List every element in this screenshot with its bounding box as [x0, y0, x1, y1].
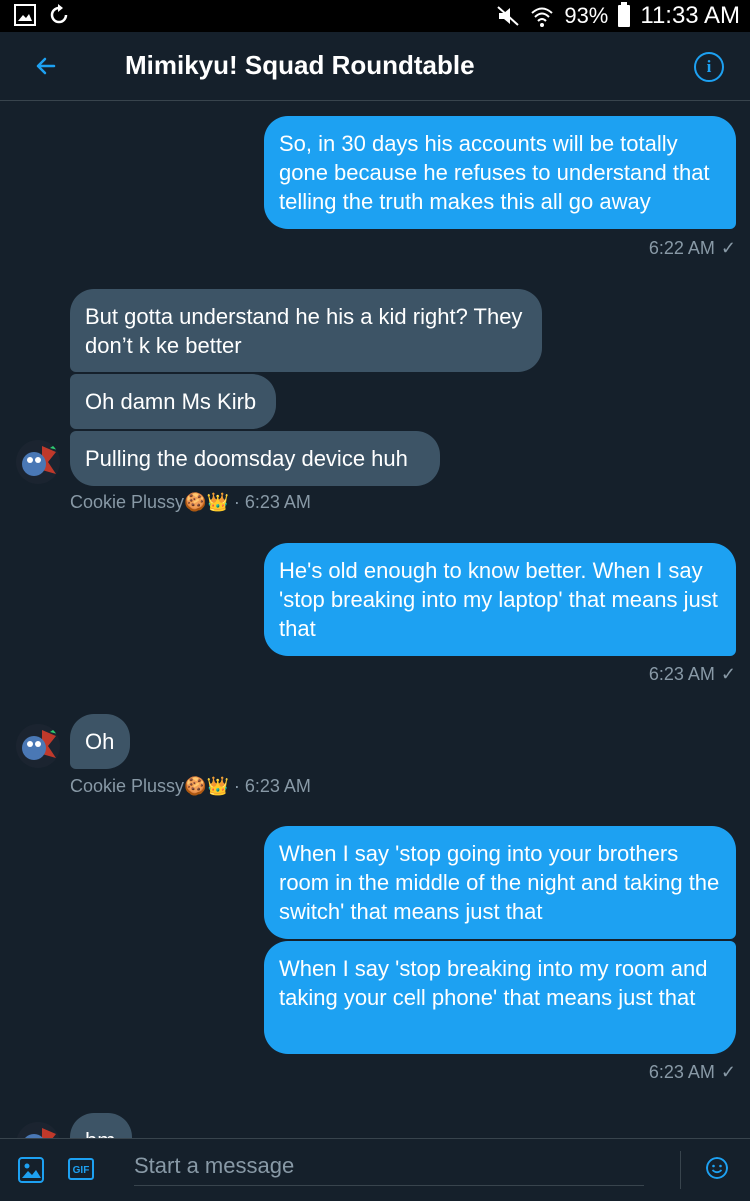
avatar[interactable] [16, 724, 60, 768]
image-attach-icon[interactable] [18, 1157, 44, 1183]
message-timestamp: 6:23 AM ✓ [648, 664, 736, 684]
avatar[interactable] [16, 440, 60, 484]
message-timestamp: 6:22 AM ✓ [648, 238, 736, 258]
battery-percent: 93% [564, 3, 609, 28]
incoming-message[interactable]: Pulling the doomsday device huh [70, 431, 440, 486]
clock: 11:33 AM [640, 2, 740, 29]
sender-name-timestamp: Cookie Plussy🍪👑 · 6:23 AM [70, 492, 311, 512]
sent-check-icon: ✓ [720, 664, 736, 684]
incoming-message[interactable]: Oh [70, 714, 130, 769]
emoji-icon[interactable] [706, 1157, 728, 1179]
outgoing-message[interactable]: When I say 'stop breaking into my room a… [264, 941, 736, 1054]
info-icon[interactable]: i [694, 52, 724, 82]
incoming-message[interactable]: But gotta understand he his a kid right?… [70, 289, 542, 372]
avatar-image [16, 724, 60, 768]
outgoing-message[interactable]: When I say 'stop going into your brother… [264, 826, 736, 939]
image-notification-icon [14, 4, 36, 26]
message-input[interactable]: Start a message [134, 1153, 644, 1186]
mute-icon [497, 6, 519, 26]
wifi-icon [531, 7, 553, 27]
gif-button[interactable]: GIF [68, 1158, 94, 1180]
sender-name-timestamp: Cookie Plussy🍪👑 · 6:23 AM [70, 776, 311, 796]
status-bar: 93% 11:33 AM [0, 0, 750, 32]
sent-check-icon: ✓ [720, 238, 736, 258]
sync-icon [50, 4, 68, 24]
conversation-header: Mimikyu! Squad Roundtable i [0, 32, 750, 101]
message-timestamp: 6:23 AM ✓ [648, 1062, 736, 1082]
divider [680, 1151, 681, 1189]
conversation-title: Mimikyu! Squad Roundtable [125, 50, 475, 80]
outgoing-message[interactable]: He's old enough to know better. When I s… [264, 543, 736, 656]
incoming-message[interactable]: Oh damn Ms Kirb [70, 374, 276, 429]
battery-icon [618, 2, 631, 27]
back-arrow-icon[interactable] [30, 50, 62, 82]
avatar-image [16, 440, 60, 484]
sent-check-icon: ✓ [720, 1062, 736, 1082]
outgoing-message[interactable]: So, in 30 days his accounts will be tota… [264, 116, 736, 229]
message-composer: GIF Start a message [0, 1138, 750, 1201]
